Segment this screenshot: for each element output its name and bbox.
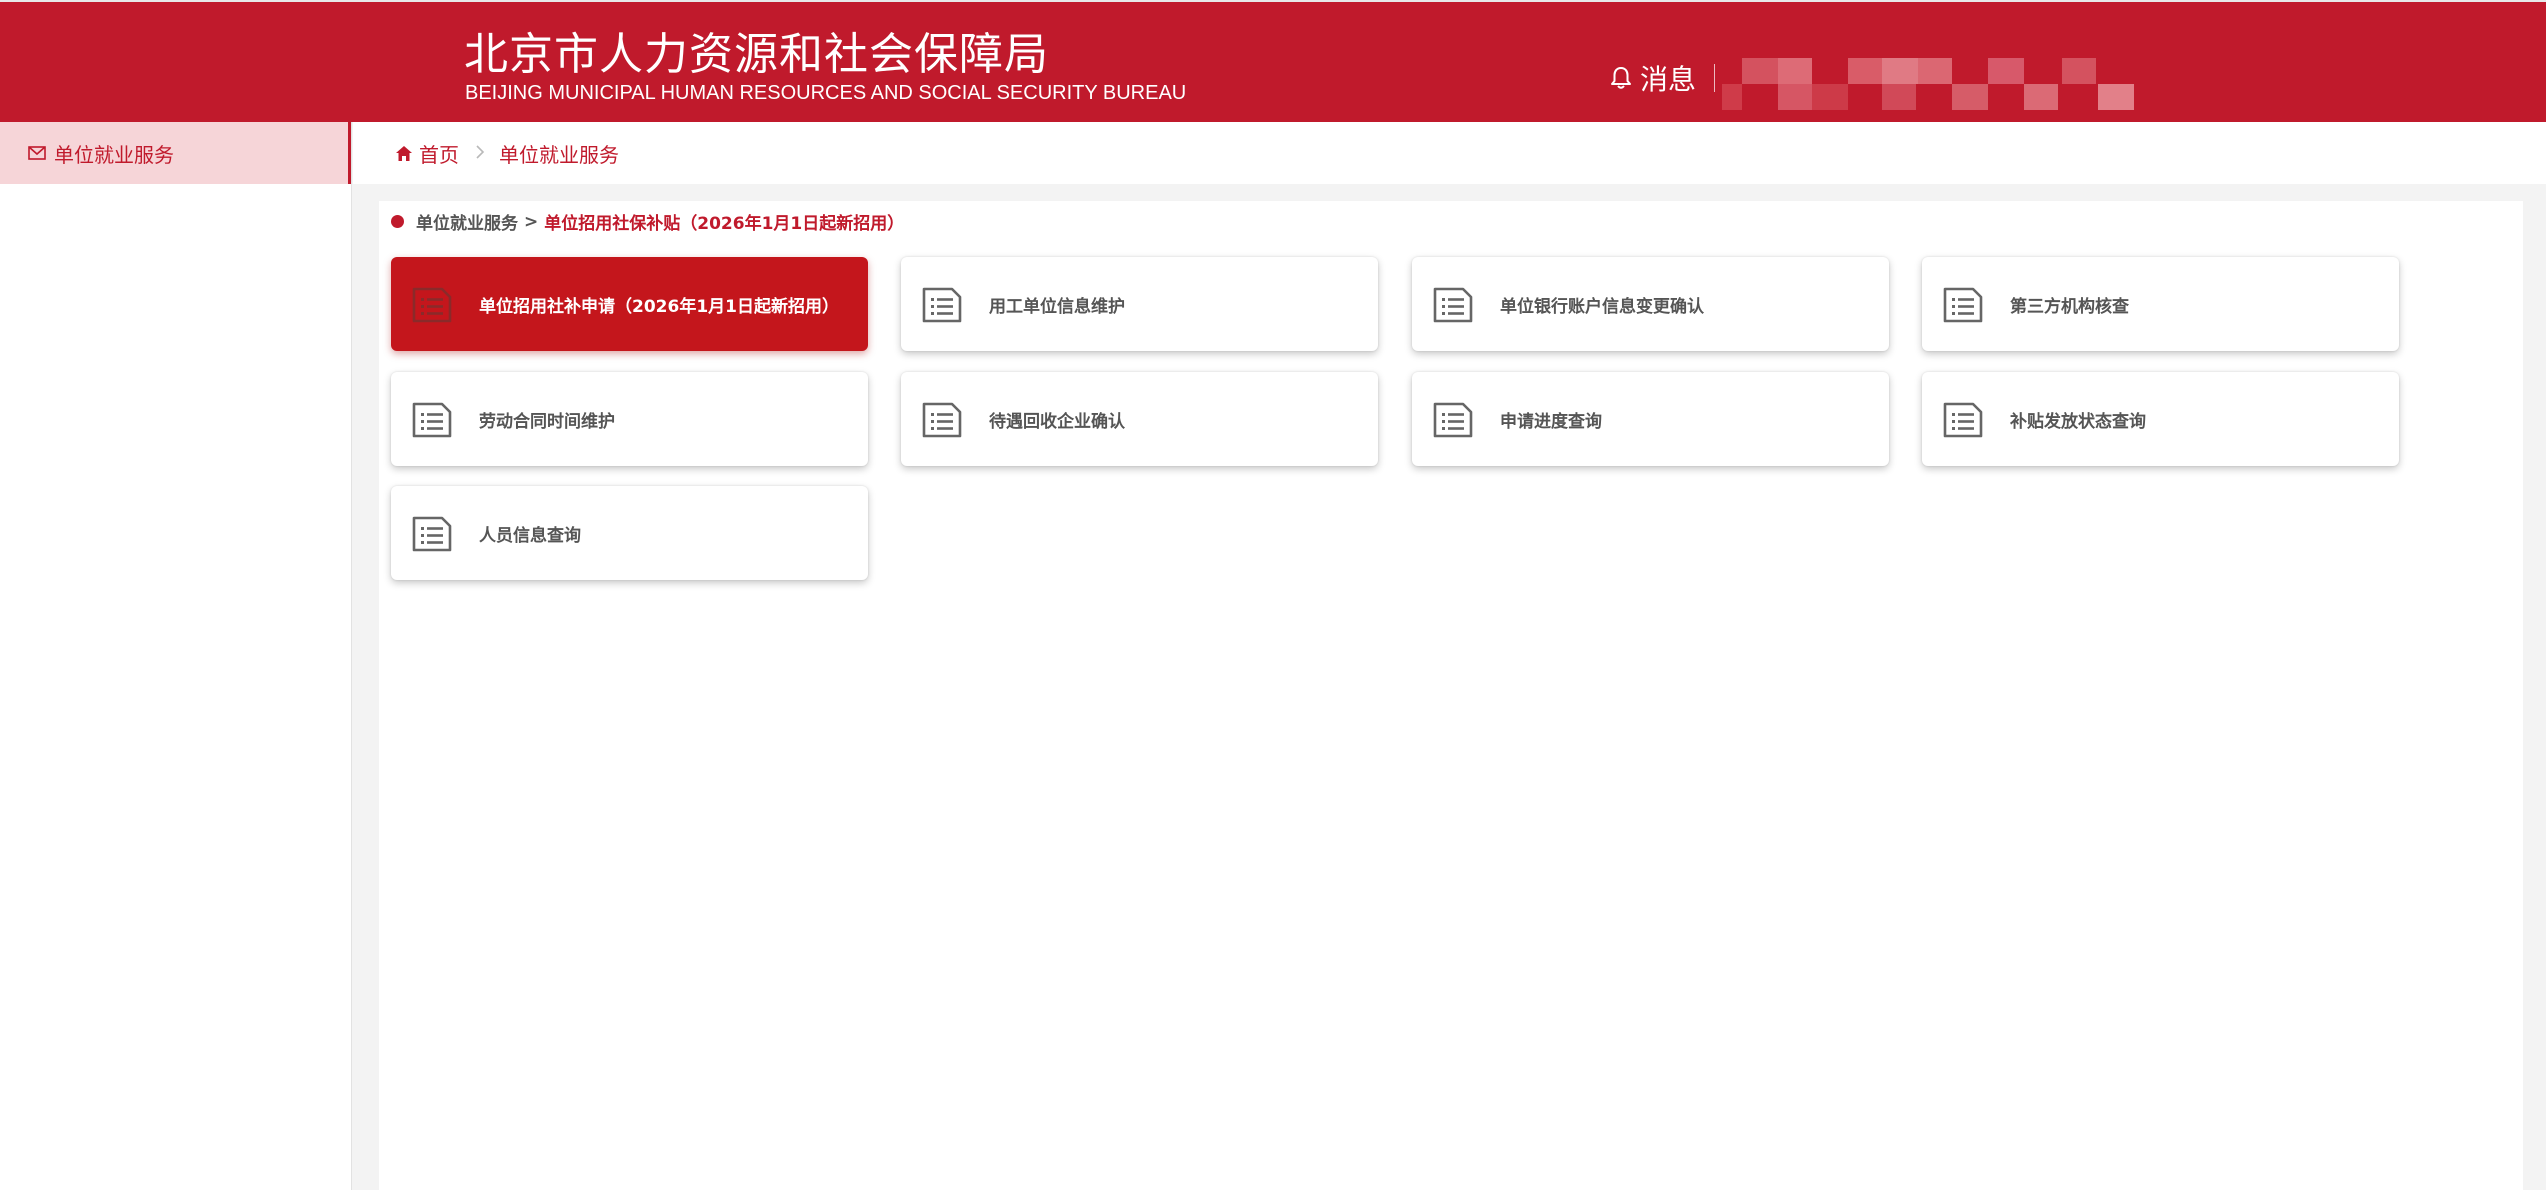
site-subtitle: BEIJING MUNICIPAL HUMAN RESOURCES AND SO… <box>465 82 1187 104</box>
breadcrumb: 首页 单位就业服务 <box>353 122 2546 184</box>
bullet-dot-icon <box>391 215 404 228</box>
service-card[interactable]: 申请进度查询 <box>1412 372 1889 466</box>
service-card[interactable]: 第三方机构核查 <box>1922 257 2399 351</box>
document-list-icon <box>1432 402 1474 442</box>
document-list-icon <box>921 287 963 327</box>
home-icon <box>396 145 412 161</box>
sub-breadcrumb: 单位就业服务 > 单位招用社保补贴（2026年1月1日起新招用） <box>391 209 904 234</box>
service-card[interactable]: 单位银行账户信息变更确认 <box>1412 257 1889 351</box>
document-list-icon <box>921 402 963 442</box>
service-card-label: 人员信息查询 <box>479 525 581 546</box>
sub-breadcrumb-parent[interactable]: 单位就业服务 <box>416 209 518 234</box>
sidebar-item-employment-services[interactable]: 单位就业服务 <box>0 122 351 184</box>
sub-breadcrumb-current: 单位招用社保补贴（2026年1月1日起新招用） <box>544 214 905 234</box>
service-card-label: 补贴发放状态查询 <box>2010 411 2146 432</box>
sub-breadcrumb-separator: > <box>524 211 539 232</box>
document-list-icon <box>411 516 453 556</box>
service-card[interactable]: 待遇回收企业确认 <box>901 372 1378 466</box>
service-card-label: 第三方机构核查 <box>2010 296 2129 317</box>
document-list-icon <box>411 287 453 327</box>
service-card-label: 申请进度查询 <box>1500 411 1602 432</box>
service-card[interactable]: 人员信息查询 <box>391 486 868 580</box>
header-divider <box>1714 64 1715 92</box>
main-panel: 单位就业服务 > 单位招用社保补贴（2026年1月1日起新招用） 单位招用社补申… <box>379 201 2523 1190</box>
service-card[interactable]: 用工单位信息维护 <box>901 257 1378 351</box>
document-list-icon <box>1942 402 1984 442</box>
service-card[interactable]: 劳动合同时间维护 <box>391 372 868 466</box>
service-card-label: 用工单位信息维护 <box>989 296 1125 317</box>
site-title: 北京市人力资源和社会保障局 <box>464 29 1049 80</box>
service-card-label: 劳动合同时间维护 <box>479 411 615 432</box>
user-info-blurred[interactable] <box>1722 58 2134 112</box>
document-list-icon <box>411 402 453 442</box>
sidebar-item-label: 单位就业服务 <box>54 142 174 167</box>
service-card[interactable]: 补贴发放状态查询 <box>1922 372 2399 466</box>
service-card-label: 待遇回收企业确认 <box>989 411 1125 432</box>
bell-icon <box>1611 67 1631 89</box>
service-card[interactable]: 单位招用社补申请（2026年1月1日起新招用） <box>391 257 868 351</box>
top-header: 北京市人力资源和社会保障局 BEIJING MUNICIPAL HUMAN RE… <box>0 0 2546 122</box>
mail-icon <box>28 146 46 160</box>
document-list-icon <box>1432 287 1474 327</box>
breadcrumb-current[interactable]: 单位就业服务 <box>499 139 619 168</box>
breadcrumb-home-link[interactable]: 首页 <box>395 139 459 168</box>
chevron-right-icon <box>475 141 485 165</box>
service-card-label: 单位招用社补申请（2026年1月1日起新招用） <box>479 296 839 317</box>
messages-button[interactable]: 消息 <box>1610 58 1696 98</box>
document-list-icon <box>1942 287 1984 327</box>
messages-label: 消息 <box>1640 63 1697 96</box>
breadcrumb-home-label: 首页 <box>419 142 459 167</box>
service-card-label: 单位银行账户信息变更确认 <box>1500 296 1704 317</box>
sidebar: 单位就业服务 <box>0 122 352 1190</box>
